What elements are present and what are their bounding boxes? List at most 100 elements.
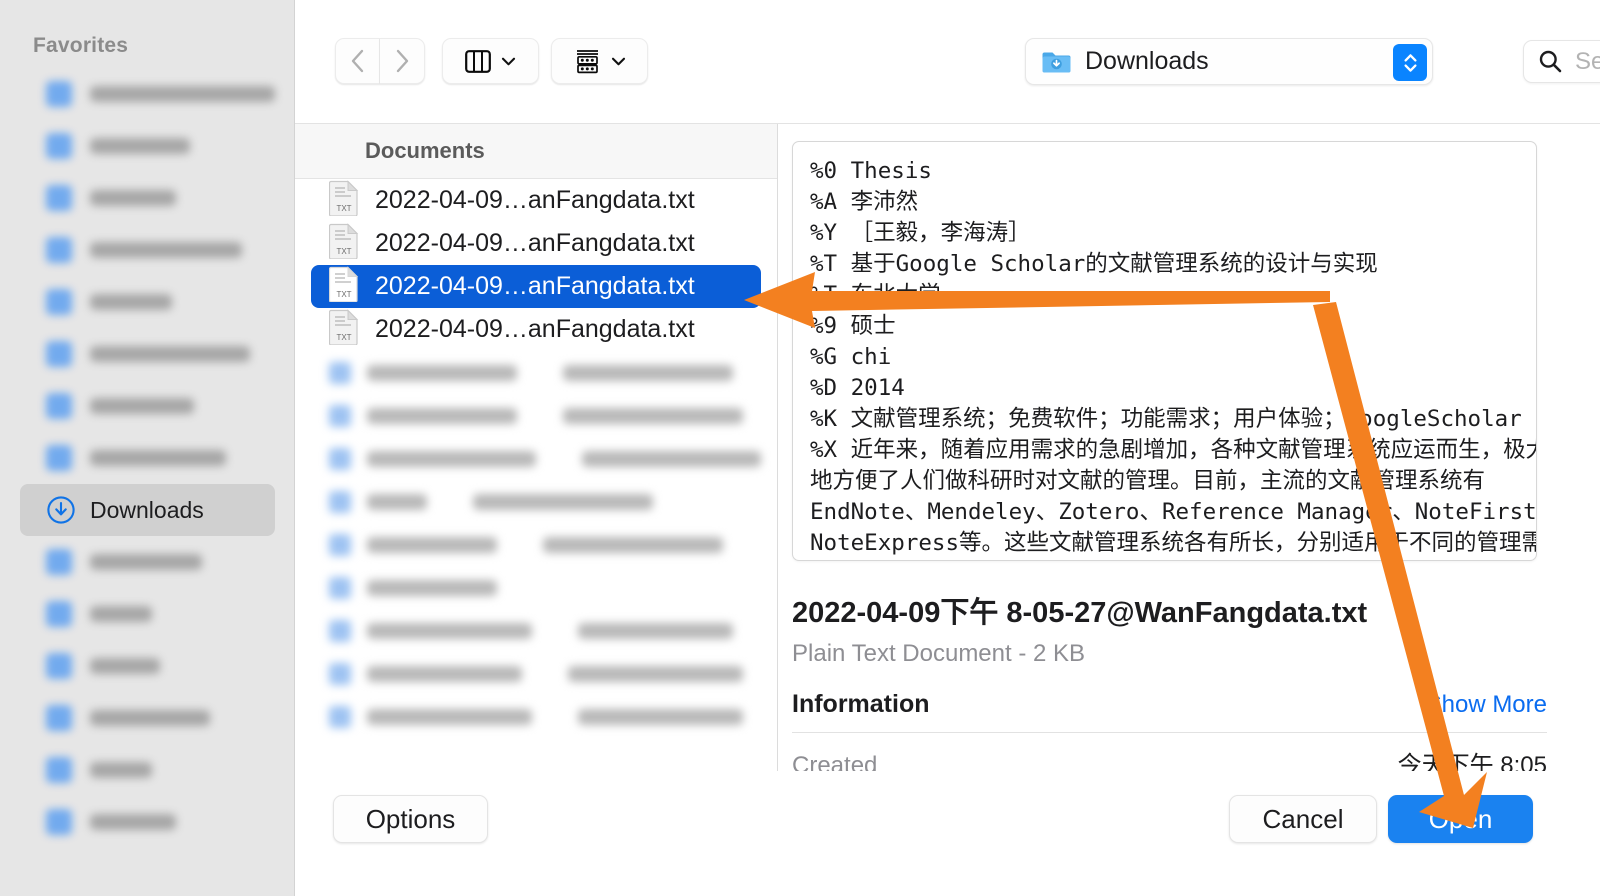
sidebar-item-label (90, 190, 176, 206)
file-meta (568, 665, 743, 682)
sidebar-item-downloads[interactable]: Downloads (20, 484, 275, 536)
chevron-right-icon (396, 49, 409, 73)
file-row-selected[interactable]: TXT 2022-04-09…anFangdata.txt (311, 265, 761, 308)
sidebar-item-6[interactable] (20, 380, 275, 432)
file-row[interactable] (311, 351, 761, 394)
open-button[interactable]: Open (1388, 795, 1533, 843)
dialog-footer: Options Cancel Open (295, 771, 1600, 896)
downloads-icon (46, 495, 76, 525)
txt-file-icon: TXT (328, 180, 359, 221)
sidebar-item-label (90, 554, 202, 570)
file-browser-column[interactable]: Documents TXT 2022-04-09…anFangdata.txt TX… (295, 124, 778, 772)
column-header-title: Documents (365, 138, 485, 163)
folder-icon (46, 547, 76, 577)
svg-text:TXT: TXT (336, 333, 351, 342)
file-meta (563, 407, 743, 424)
preview-line: EndNote、Mendeley、Zotero、Reference Manage… (810, 499, 1537, 525)
file-row[interactable] (311, 394, 761, 437)
view-mode-button[interactable] (442, 38, 539, 84)
preview-line: 地方便了人们做科研时对文献的管理。目前，主流的文献管理系统有 (810, 468, 1486, 494)
file-icon (329, 662, 351, 685)
txt-file-icon: TXT (328, 223, 359, 264)
file-name: 2022-04-09…anFangdata.txt (375, 229, 695, 257)
preview-pane: %0 Thesis %A 李沛然 %Y ［王毅，李海涛］ %T 基于Google Sc… (779, 124, 1600, 779)
preview-text: %0 Thesis %A 李沛然 %Y ［王毅，李海涛］ %T 基于Google Sc… (810, 156, 1536, 559)
sidebar-item-label (90, 658, 160, 674)
path-popup-button[interactable]: Downloads (1025, 38, 1433, 85)
information-divider (792, 732, 1547, 733)
file-name (367, 493, 427, 510)
file-row[interactable] (311, 480, 761, 523)
back-button[interactable] (335, 38, 380, 84)
txt-file-icon: TXT (328, 309, 359, 350)
preview-line: %9 硕士 (810, 313, 896, 339)
file-row[interactable]: TXT 2022-04-09…anFangdata.txt (311, 179, 761, 222)
folder-icon (46, 339, 76, 369)
sidebar-item-7[interactable] (20, 432, 275, 484)
sidebar-item-label: Downloads (90, 496, 204, 523)
search-field[interactable]: Search (1523, 40, 1600, 83)
svg-text:TXT: TXT (336, 290, 351, 299)
preview-line: %K 文献管理系统；免费软件；功能需求；用户体验；GoogleScholar (810, 406, 1522, 432)
sidebar-item-label (90, 606, 152, 622)
file-name (367, 536, 497, 553)
preview-line: %T 基于Google Scholar的文献管理系统的设计与实现 (810, 251, 1378, 277)
file-icon (329, 447, 351, 470)
sidebar-item-13[interactable] (20, 744, 275, 796)
sidebar-item-2[interactable] (20, 172, 275, 224)
sidebar-item-list: Downloads (0, 68, 295, 848)
file-row[interactable] (311, 695, 761, 738)
folder-icon (46, 599, 76, 629)
sidebar: Favorites Downloads (0, 0, 295, 896)
preview-line: NoteExpress等。这些文献管理系统各有所长，分别适用于不同的管理需 (810, 530, 1537, 556)
sidebar-item-10[interactable] (20, 588, 275, 640)
file-row[interactable] (311, 652, 761, 695)
file-row[interactable]: TXT 2022-04-09…anFangdata.txt (311, 222, 761, 265)
cancel-button[interactable]: Cancel (1229, 795, 1377, 843)
sidebar-item-12[interactable] (20, 692, 275, 744)
sidebar-item-3[interactable] (20, 224, 275, 276)
file-row[interactable]: TXT 2022-04-09…anFangdata.txt (311, 308, 761, 351)
sidebar-item-0[interactable] (20, 68, 275, 120)
file-row[interactable] (311, 566, 761, 609)
file-icon (329, 490, 351, 513)
sidebar-item-label (90, 710, 210, 726)
preview-line: %A 李沛然 (810, 189, 919, 215)
folder-icon (46, 443, 76, 473)
file-meta (543, 536, 723, 553)
path-stepper-icon[interactable] (1393, 44, 1427, 81)
options-button[interactable]: Options (333, 795, 488, 843)
file-icon (329, 361, 351, 384)
file-icon (329, 533, 351, 556)
sidebar-item-14[interactable] (20, 796, 275, 848)
chevron-down-icon (611, 57, 625, 65)
sidebar-item-label (90, 86, 275, 102)
group-by-button[interactable] (551, 38, 648, 84)
sidebar-item-9[interactable] (20, 536, 275, 588)
forward-button[interactable] (380, 38, 425, 84)
file-row[interactable] (311, 609, 761, 652)
column-view-icon (465, 49, 491, 73)
txt-file-icon: TXT (328, 309, 359, 346)
file-name: 2022-04-09…anFangdata.txt (375, 315, 695, 343)
folder-icon (46, 391, 76, 421)
file-open-dialog: Favorites Downloads Downloads Se Documen… (0, 0, 1600, 896)
file-row[interactable] (311, 523, 761, 566)
sidebar-item-11[interactable] (20, 640, 275, 692)
folder-icon (46, 287, 76, 317)
file-meta (582, 450, 761, 467)
show-more-link[interactable]: Show More (1426, 691, 1547, 719)
sidebar-item-label (90, 294, 172, 310)
search-placeholder: Search (1575, 47, 1600, 75)
sidebar-item-1[interactable] (20, 120, 275, 172)
file-name: 2022-04-09…anFangdata.txt (375, 272, 695, 300)
file-name (367, 579, 497, 596)
sidebar-item-5[interactable] (20, 328, 275, 380)
file-row[interactable] (311, 437, 761, 480)
sidebar-item-label (90, 242, 242, 258)
file-name (367, 364, 517, 381)
file-icon (329, 705, 351, 728)
preview-line: %G chi (810, 344, 892, 370)
sidebar-item-4[interactable] (20, 276, 275, 328)
sidebar-item-label (90, 346, 250, 362)
